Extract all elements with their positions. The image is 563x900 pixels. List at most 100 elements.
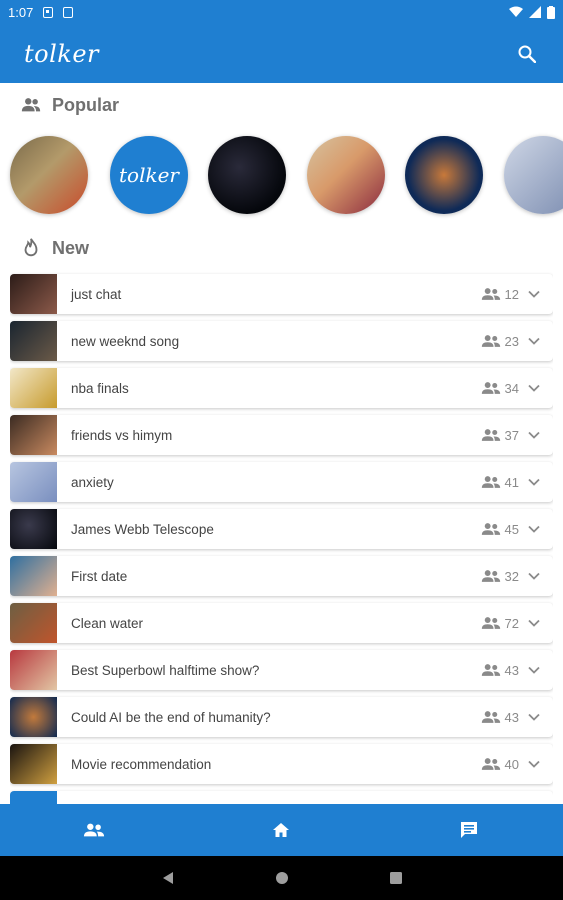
member-count: 43 (481, 663, 519, 678)
member-count-value: 34 (504, 380, 519, 396)
system-nav (0, 856, 563, 900)
topic-title: friends vs himym (71, 427, 173, 443)
people-icon (481, 288, 500, 300)
chevron-down-icon[interactable] (527, 475, 541, 489)
chevron-down-icon[interactable] (527, 522, 541, 536)
topic-row[interactable]: First date 32 (10, 556, 553, 596)
story-space[interactable] (208, 136, 286, 214)
signal-icon (529, 6, 541, 18)
member-count-value: 23 (504, 333, 519, 349)
topic-row[interactable]: Could AI be the end of humanity? 43 (10, 697, 553, 737)
chevron-down-icon[interactable] (527, 569, 541, 583)
back-icon[interactable] (161, 871, 175, 885)
people-icon (83, 823, 104, 837)
home-button-icon[interactable] (275, 871, 289, 885)
topic-title: Could AI be the end of humanity? (71, 709, 271, 725)
story-superbowl[interactable] (307, 136, 385, 214)
people-icon (481, 711, 500, 723)
bottom-nav (0, 804, 563, 856)
topic-thumbnail (10, 368, 57, 408)
member-count: 40 (481, 757, 519, 772)
people-icon (481, 382, 500, 394)
new-header: New (20, 237, 89, 259)
recents-icon[interactable] (389, 871, 403, 885)
member-count-value: 43 (504, 662, 519, 678)
topic-title: First date (71, 568, 128, 584)
popular-stories: tolker (0, 130, 563, 222)
story-clean-water[interactable] (10, 136, 88, 214)
status-time: 1:07 (8, 4, 34, 20)
topic-thumbnail (10, 697, 57, 737)
people-icon (481, 758, 500, 770)
member-count-value: 12 (504, 286, 519, 302)
topic-row[interactable]: Best Superbowl halftime show? 43 (10, 650, 553, 690)
nav-chat[interactable] (449, 810, 489, 850)
topic-row[interactable] (10, 791, 553, 804)
popular-header: Popular (20, 94, 119, 116)
battery-icon (547, 5, 555, 19)
topic-thumbnail (10, 650, 57, 690)
topic-thumbnail (10, 791, 57, 804)
people-icon (481, 617, 500, 629)
topic-thumbnail (10, 274, 57, 314)
member-count: 32 (481, 569, 519, 584)
app-logo: tolker (24, 39, 99, 68)
member-count: 12 (481, 287, 519, 302)
member-count-value: 72 (504, 615, 519, 631)
topic-row[interactable]: friends vs himym 37 (10, 415, 553, 455)
topic-row[interactable]: nba finals 34 (10, 368, 553, 408)
topic-thumbnail (10, 556, 57, 596)
topic-title: just chat (71, 286, 122, 302)
member-count-value: 40 (504, 756, 519, 772)
member-count-value: 37 (504, 427, 519, 443)
story-ai[interactable] (405, 136, 483, 214)
chevron-down-icon[interactable] (527, 710, 541, 724)
popular-label: Popular (52, 94, 120, 115)
topic-title: nba finals (71, 380, 129, 396)
topic-row[interactable]: new weeknd song 23 (10, 321, 553, 361)
topic-row[interactable]: James Webb Telescope 45 (10, 509, 553, 549)
chevron-down-icon[interactable] (527, 757, 541, 771)
story-tolker[interactable]: tolker (110, 136, 188, 214)
chevron-down-icon[interactable] (527, 428, 541, 442)
member-count: 34 (481, 381, 519, 396)
topic-title: Clean water (71, 615, 144, 631)
story-anxiety[interactable] (504, 136, 563, 214)
member-count: 43 (481, 710, 519, 725)
nav-home[interactable] (261, 810, 301, 850)
nav-people[interactable] (74, 810, 114, 850)
search-icon[interactable] (515, 42, 539, 66)
status-bar: 1:07 (0, 0, 563, 24)
topic-thumbnail (10, 415, 57, 455)
chevron-down-icon[interactable] (527, 616, 541, 630)
home-icon (273, 823, 290, 837)
topic-thumbnail (10, 744, 57, 784)
chevron-down-icon[interactable] (527, 287, 541, 301)
member-count: 41 (481, 475, 519, 490)
topic-row[interactable]: Clean water 72 (10, 603, 553, 643)
chevron-down-icon[interactable] (527, 381, 541, 395)
people-icon (21, 98, 41, 112)
topic-row[interactable]: Movie recommendation 40 (10, 744, 553, 784)
topic-row[interactable]: just chat 12 (10, 274, 553, 314)
member-count-value: 41 (504, 474, 519, 490)
member-count: 23 (481, 334, 519, 349)
fire-icon (24, 238, 38, 257)
member-count-value: 45 (504, 521, 519, 537)
topic-title: Best Superbowl halftime show? (71, 662, 260, 678)
people-icon (481, 570, 500, 582)
chevron-down-icon[interactable] (527, 663, 541, 677)
topic-thumbnail (10, 509, 57, 549)
people-icon (481, 476, 500, 488)
topic-title: anxiety (71, 474, 114, 490)
topic-thumbnail (10, 603, 57, 643)
topic-row[interactable]: anxiety 41 (10, 462, 553, 502)
topic-title: Movie recommendation (71, 756, 212, 772)
chevron-down-icon[interactable] (527, 334, 541, 348)
topic-thumbnail (10, 462, 57, 502)
member-count: 45 (481, 522, 519, 537)
topic-title: James Webb Telescope (71, 521, 214, 537)
notification-icon (43, 6, 54, 18)
new-label: New (52, 237, 90, 258)
chat-icon (461, 822, 478, 838)
